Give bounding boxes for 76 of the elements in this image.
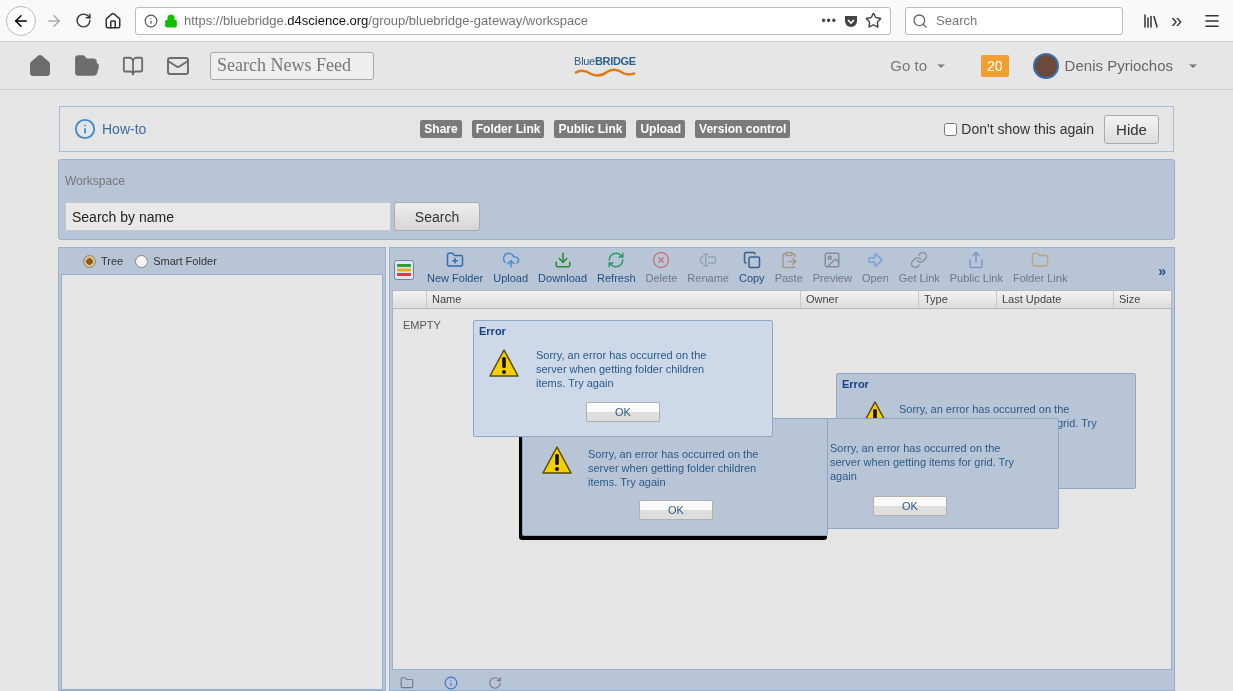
warning-icon [541, 445, 573, 475]
share-icon [967, 251, 986, 269]
feature-tag: Folder Link [471, 120, 545, 138]
feature-tag: Public Link [554, 120, 627, 138]
search-field[interactable]: Search by name [65, 202, 391, 231]
copy-icon [742, 251, 761, 269]
checkbox[interactable] [944, 122, 958, 136]
info-icon [144, 13, 158, 28]
radio-button[interactable] [135, 254, 149, 268]
dialog-title: Error [842, 378, 869, 390]
arrow-right-icon [866, 251, 885, 269]
column-header[interactable]: Last Update [996, 291, 1113, 308]
goto-menu[interactable]: Go to [884, 56, 954, 75]
feature-tag: Version control [695, 120, 791, 138]
more-tools-button[interactable]: » [1152, 262, 1172, 280]
user-menu[interactable]: Denis Pyriochos [1058, 56, 1205, 75]
radio-label: Smart Folder [153, 255, 217, 267]
panel-title: Workspace [65, 174, 126, 188]
column-header[interactable]: Owner [800, 291, 918, 308]
cloud-upload-icon [501, 251, 520, 269]
logo[interactable]: BlueBRIDGE [570, 54, 640, 77]
star-icon[interactable] [865, 12, 882, 29]
empty-message: EMPTY [403, 319, 441, 331]
column-header[interactable]: Name [426, 291, 800, 308]
history-icon[interactable] [488, 676, 502, 690]
list-view-icon[interactable] [394, 260, 414, 280]
page-actions-button[interactable]: ••• [821, 13, 837, 28]
dialog-title: Error [479, 325, 506, 337]
error-message: Sorry, an error has occurred on the server when getting folder children items. Try again [588, 447, 759, 489]
copy-button[interactable]: Copy [733, 251, 770, 284]
back-button[interactable] [6, 5, 36, 36]
error-message: Sorry, an error has occurred on the server when getting folder children items. Try again [536, 348, 707, 390]
home-icon[interactable] [28, 53, 52, 78]
upload-button[interactable]: Upload [488, 251, 534, 284]
search-icon [912, 12, 928, 29]
info-icon [74, 118, 96, 140]
address-bar[interactable]: https://bluebridge.d4science.org/group/bluebridge-gateway/workspace ••• [135, 6, 891, 35]
library-icon [1142, 11, 1160, 30]
book-icon[interactable] [122, 54, 144, 77]
column-header[interactable]: Size [1113, 291, 1170, 308]
how-to-link[interactable]: How-to [102, 121, 147, 137]
feature-tag: Share [420, 120, 462, 138]
column-header[interactable]: Type [918, 291, 996, 308]
text-cursor-icon [699, 251, 718, 269]
url-text: https://bluebridge.d4science.org/group/bluebridge-gateway/workspace [184, 13, 589, 28]
error-message: Sorry, an error has occurred on the server when getting items for grid. Try again [830, 441, 1014, 483]
new-folder-button[interactable]: New Folder [422, 251, 489, 284]
delete-icon [652, 251, 671, 269]
folder-icon[interactable] [74, 52, 100, 79]
ok-button[interactable]: OK [639, 500, 713, 520]
clipboard-icon [779, 251, 798, 269]
tools-icon[interactable] [400, 676, 414, 690]
news-search-field[interactable]: Search News Feed [210, 51, 374, 80]
download-icon [553, 251, 572, 269]
download-button[interactable]: Download [533, 251, 593, 284]
image-icon [823, 251, 842, 269]
refresh-icon [607, 251, 626, 269]
folder-icon [1031, 251, 1050, 269]
hide-button[interactable]: Hide [1104, 114, 1159, 144]
overflow-button[interactable]: » [1171, 9, 1183, 32]
info-icon[interactable] [444, 676, 458, 690]
lock-icon [164, 13, 178, 28]
search-button[interactable]: Search [394, 202, 480, 231]
link-icon [910, 251, 929, 269]
refresh-button[interactable]: Refresh [592, 251, 641, 284]
radio-label: Tree [101, 255, 124, 267]
error-message: Sorry, an error has occurred on the [899, 402, 1070, 416]
ok-button[interactable]: OK [873, 496, 947, 516]
checkbox-label: Don't show this again [961, 121, 1094, 137]
avatar[interactable] [1032, 52, 1059, 79]
folder-plus-icon [446, 251, 465, 269]
search-bar[interactable]: Search [905, 6, 1123, 35]
warning-icon [488, 348, 520, 378]
ok-button[interactable]: OK [586, 402, 660, 422]
feature-tag: Upload [636, 120, 686, 138]
radio-button[interactable] [83, 254, 96, 268]
